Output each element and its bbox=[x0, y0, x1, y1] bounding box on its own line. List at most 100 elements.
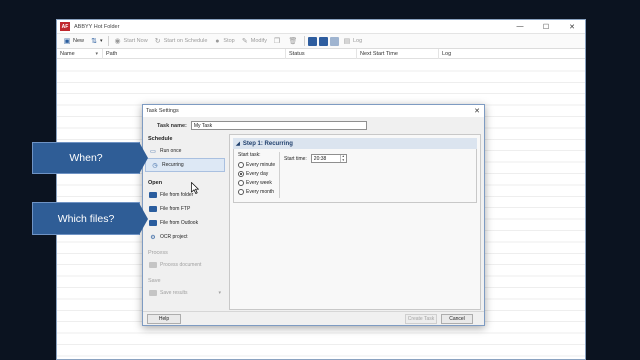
modify-label: Modify bbox=[250, 38, 267, 44]
every-week-radio[interactable]: Every week bbox=[238, 179, 272, 187]
column-log-label: Log bbox=[442, 50, 452, 57]
dialog-title-bar: Task Settings ✕ bbox=[143, 105, 484, 117]
help-button[interactable]: Help bbox=[147, 314, 181, 324]
recurring-clock-icon: ◷ bbox=[152, 162, 158, 169]
file-from-outlook-label: File from Outlook bbox=[160, 220, 199, 226]
every-day-label: Every day bbox=[246, 171, 269, 177]
log-icon: ▤ bbox=[343, 37, 351, 45]
process-document-label: Process document bbox=[160, 262, 202, 268]
when-callout: When? bbox=[32, 142, 140, 174]
ocr-project-item[interactable]: ⚙ OCR project bbox=[144, 230, 227, 244]
run-once-icon: ▭ bbox=[150, 148, 156, 155]
radio-circle bbox=[238, 189, 244, 195]
file-from-ftp-label: File from FTP bbox=[160, 206, 191, 212]
start-on-schedule-button[interactable]: ↻ Start on Schedule bbox=[151, 35, 211, 47]
task-grid-header: Name ▾ Path Status Next Start Time Log bbox=[57, 48, 585, 59]
modify-button[interactable]: ✎ Modify bbox=[238, 35, 270, 47]
start-now-label: Start Now bbox=[123, 38, 148, 44]
start-on-schedule-label: Start on Schedule bbox=[163, 38, 208, 44]
save-results-item[interactable]: Save results ▾ bbox=[144, 286, 227, 300]
app-logo-icon: AF bbox=[60, 22, 70, 31]
every-day-radio[interactable]: Every day bbox=[238, 170, 268, 178]
start-time-label: Start time: bbox=[284, 155, 307, 162]
start-time-input[interactable]: 20:38 ▲ ▼ bbox=[310, 154, 347, 163]
copy-button[interactable]: ❐ bbox=[270, 35, 286, 47]
edit-icon: ✎ bbox=[241, 37, 248, 45]
toolbar-divider bbox=[107, 36, 109, 46]
column-header-next-start[interactable]: Next Start Time bbox=[357, 48, 439, 59]
which-files-callout: Which files? bbox=[32, 202, 140, 235]
file-from-ftp-item[interactable]: File from FTP bbox=[144, 202, 227, 216]
sort-dropdown-button[interactable]: ⇅ ▾ bbox=[87, 35, 106, 47]
play-icon: ◉ bbox=[114, 37, 121, 45]
recurring-label: Recurring bbox=[162, 162, 184, 168]
task-name-input[interactable] bbox=[190, 121, 367, 130]
recurring-settings: Start task: Every minute Every day Every… bbox=[233, 149, 477, 203]
minimize-button[interactable]: — bbox=[507, 20, 533, 34]
copy-icon: ❐ bbox=[273, 37, 281, 45]
start-time-value: 20:38 bbox=[313, 155, 327, 162]
cancel-button[interactable]: Cancel bbox=[441, 314, 473, 324]
save-section-header: Save bbox=[148, 278, 161, 284]
time-spinner-icon[interactable]: ▲ ▼ bbox=[339, 154, 346, 162]
start-task-label: Start task: bbox=[238, 152, 261, 158]
close-button[interactable]: ✕ bbox=[559, 20, 585, 34]
chevron-down-icon: ▾ bbox=[100, 38, 103, 44]
save-results-label: Save results bbox=[160, 290, 188, 296]
column-header-path[interactable]: Path bbox=[103, 48, 286, 59]
radio-circle-selected bbox=[238, 171, 244, 177]
task-name-label: Task name: bbox=[157, 122, 187, 129]
delete-button[interactable]: 🗑 bbox=[286, 35, 302, 47]
file-from-folder-label: File from folder bbox=[160, 192, 194, 198]
column-header-status[interactable]: Status bbox=[286, 48, 357, 59]
column-header-name[interactable]: Name ▾ bbox=[57, 48, 103, 59]
process-document-icon bbox=[149, 262, 157, 269]
recurring-item[interactable]: ◷ Recurring bbox=[145, 158, 225, 172]
title-bar: AF ABBYY Hot Folder — ☐ ✕ bbox=[57, 20, 585, 34]
trash-icon: 🗑 bbox=[288, 37, 298, 45]
folder-view-icon[interactable] bbox=[318, 36, 328, 46]
process-section-header: Process bbox=[148, 250, 168, 256]
start-time-row: Start time: 20:38 ▲ ▼ bbox=[284, 154, 347, 163]
maximize-button[interactable]: ☐ bbox=[533, 20, 559, 34]
log-button[interactable]: ▤ Log bbox=[340, 35, 365, 47]
dialog-title: Task Settings bbox=[146, 108, 179, 114]
file-from-folder-item[interactable]: File from folder bbox=[144, 188, 227, 202]
dialog-footer: Help Create Task Cancel bbox=[143, 311, 484, 325]
ftp-icon bbox=[149, 206, 157, 213]
window-title: ABBYY Hot Folder bbox=[74, 23, 120, 30]
stop-button[interactable]: ● Stop bbox=[210, 35, 237, 47]
schedule-icon: ↻ bbox=[154, 37, 161, 45]
ocr-project-label: OCR project bbox=[160, 234, 188, 240]
every-minute-radio[interactable]: Every minute bbox=[238, 161, 275, 169]
toolbar: ▣ New ⇅ ▾ ◉ Start Now ↻ Start on Schedul… bbox=[57, 34, 585, 49]
start-now-button[interactable]: ◉ Start Now bbox=[111, 35, 151, 47]
column-next-start-label: Next Start Time bbox=[360, 50, 398, 57]
view-task-icon[interactable] bbox=[307, 36, 317, 46]
settings-divider bbox=[279, 152, 280, 198]
outlook-icon bbox=[149, 220, 157, 227]
list-view-icon[interactable] bbox=[329, 36, 339, 46]
mouse-cursor-icon bbox=[191, 182, 199, 194]
close-icon[interactable]: ✕ bbox=[470, 107, 484, 115]
step-header[interactable]: ◢ Step 1: Recurring bbox=[233, 138, 477, 149]
every-month-label: Every month bbox=[246, 189, 275, 195]
every-month-radio[interactable]: Every month bbox=[238, 188, 274, 196]
chevron-down-icon: ▾ bbox=[218, 290, 221, 296]
run-once-item[interactable]: ▭ Run once bbox=[144, 144, 227, 158]
stop-label: Stop bbox=[223, 38, 235, 44]
new-button-label: New bbox=[73, 38, 85, 44]
new-task-icon: ▣ bbox=[63, 37, 71, 45]
folder-icon bbox=[149, 192, 157, 199]
toolbar-divider bbox=[303, 36, 305, 46]
save-results-icon bbox=[149, 290, 157, 297]
process-document-item[interactable]: Process document bbox=[144, 258, 227, 272]
radio-circle bbox=[238, 180, 244, 186]
task-settings-dialog: Task Settings ✕ Task name: Schedule ▭ Ru… bbox=[142, 104, 485, 326]
radio-circle bbox=[238, 162, 244, 168]
new-button[interactable]: ▣ New bbox=[60, 35, 87, 47]
column-header-log[interactable]: Log bbox=[439, 49, 585, 59]
file-from-outlook-item[interactable]: File from Outlook bbox=[144, 216, 227, 230]
schedule-section-header: Schedule bbox=[148, 136, 173, 142]
create-task-button[interactable]: Create Task bbox=[405, 314, 437, 324]
